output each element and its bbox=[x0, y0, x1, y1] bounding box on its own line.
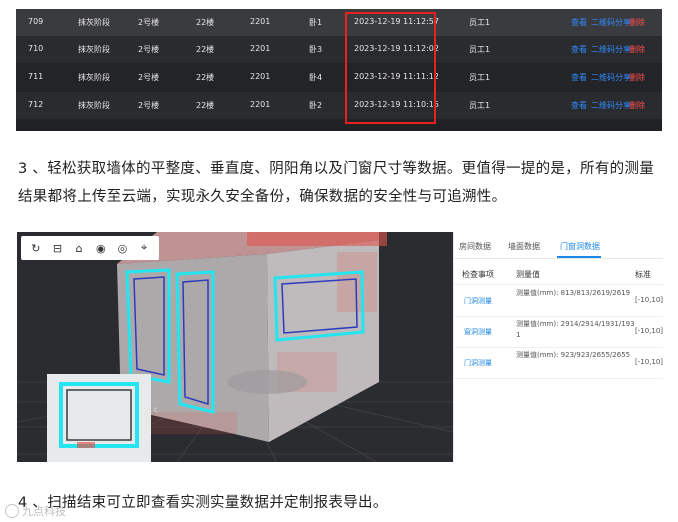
record-building: 2号楼 bbox=[138, 18, 160, 27]
record-stage: 抹灰阶段 bbox=[78, 73, 110, 82]
record-room-type: 卧2 bbox=[309, 101, 323, 110]
record-floor: 22楼 bbox=[196, 73, 215, 82]
table-row[interactable]: 窗洞测量 测量值(mm): 2914/2914/1931/1931 [-10,1… bbox=[454, 316, 663, 348]
qr-share-link[interactable]: 二维码分享 bbox=[591, 72, 631, 83]
records-table: 709 抹灰阶段 2号楼 22楼 2201 卧1 2023-12-19 11:1… bbox=[16, 9, 662, 131]
tab-door-window-data[interactable]: 门窗洞数据 bbox=[560, 241, 600, 252]
record-building: 2号楼 bbox=[138, 101, 160, 110]
eye-icon[interactable]: ◉ bbox=[95, 242, 107, 255]
row-item[interactable]: 门洞测量 bbox=[464, 358, 492, 368]
qr-share-link[interactable]: 二维码分享 bbox=[591, 17, 631, 28]
view-link[interactable]: 查看 bbox=[571, 44, 587, 55]
delete-link[interactable]: 删除 bbox=[629, 44, 645, 55]
record-floor: 22楼 bbox=[196, 18, 215, 27]
record-floor: 22楼 bbox=[196, 101, 215, 110]
record-user: 员工1 bbox=[469, 101, 491, 110]
view-link[interactable]: 查看 bbox=[571, 100, 587, 111]
table-row: 710 抹灰阶段 2号楼 22楼 2201 卧3 2023-12-19 11:1… bbox=[16, 36, 662, 63]
row-value: 测量值(mm): 923/923/2655/2655 bbox=[516, 351, 631, 359]
record-stage: 抹灰阶段 bbox=[78, 45, 110, 54]
row-value: 测量值(mm): 2914/2914/1931/1931 bbox=[516, 320, 635, 339]
record-floor: 22楼 bbox=[196, 45, 215, 54]
record-id: 709 bbox=[28, 17, 44, 26]
record-user: 员工1 bbox=[469, 18, 491, 27]
delete-link[interactable]: 删除 bbox=[629, 17, 645, 28]
tab-wall-data[interactable]: 墙面数据 bbox=[508, 241, 540, 252]
row-standard: [-10,10] bbox=[635, 358, 664, 366]
record-id: 711 bbox=[28, 72, 44, 81]
record-room: 2201 bbox=[250, 44, 271, 53]
minimap-door-marker bbox=[77, 442, 95, 448]
floor-shadow bbox=[227, 370, 307, 394]
record-room: 2201 bbox=[250, 72, 271, 81]
table-row: 709 抹灰阶段 2号楼 22楼 2201 卧1 2023-12-19 11:1… bbox=[16, 9, 662, 36]
watermark: 九点科技 bbox=[5, 503, 66, 519]
point-cloud-viewer[interactable]: ↻ ⊟ ⌂ ◉ ◎ ⌖ ‹ bbox=[17, 232, 453, 462]
record-room-type: 卧4 bbox=[309, 73, 323, 82]
panel-tabs: 房间数据 墙面数据 门窗洞数据 bbox=[454, 232, 663, 259]
record-id: 712 bbox=[28, 100, 44, 109]
chevron-left-icon[interactable]: ‹ bbox=[153, 402, 159, 418]
row-item[interactable]: 窗洞测量 bbox=[464, 327, 492, 337]
paragraph-3: 3 、轻松获取墙体的平整度、垂直度、阴阳角以及门窗尺寸等数据。更值得一提的是，所… bbox=[18, 161, 655, 205]
record-room-type: 卧3 bbox=[309, 45, 323, 54]
header-standard: 标准 bbox=[635, 270, 651, 279]
crosshair-icon[interactable]: ⌖ bbox=[138, 241, 150, 254]
minimap[interactable] bbox=[47, 374, 151, 462]
row-standard: [-10,10] bbox=[635, 296, 664, 304]
row-item[interactable]: 门洞测量 bbox=[464, 296, 492, 306]
time-column-highlight-box bbox=[345, 12, 436, 124]
qr-share-link[interactable]: 二维码分享 bbox=[591, 44, 631, 55]
record-stage: 抹灰阶段 bbox=[78, 18, 110, 27]
panel-table-header: 检查事项 测量值 标准 bbox=[454, 262, 663, 285]
refresh-icon[interactable]: ↻ bbox=[30, 242, 42, 255]
watermark-logo-icon bbox=[5, 504, 19, 518]
header-value: 测量值 bbox=[516, 270, 540, 279]
view-link[interactable]: 查看 bbox=[571, 72, 587, 83]
qr-share-link[interactable]: 二维码分享 bbox=[591, 100, 631, 111]
view-link[interactable]: 查看 bbox=[571, 17, 587, 28]
record-id: 710 bbox=[28, 44, 44, 53]
record-stage: 抹灰阶段 bbox=[78, 101, 110, 110]
table-row[interactable]: 门洞测量 测量值(mm): 923/923/2655/2655 [-10,10] bbox=[454, 347, 663, 379]
tab-room-data[interactable]: 房间数据 bbox=[459, 241, 491, 252]
minus-box-icon[interactable]: ⊟ bbox=[51, 242, 63, 255]
home-icon[interactable]: ⌂ bbox=[73, 242, 85, 255]
active-tab-indicator bbox=[557, 256, 601, 258]
record-room: 2201 bbox=[250, 100, 271, 109]
viewer-toolbar: ↻ ⊟ ⌂ ◉ ◎ ⌖ bbox=[21, 236, 159, 260]
record-user: 员工1 bbox=[469, 45, 491, 54]
record-room-type: 卧1 bbox=[309, 18, 323, 27]
table-row: 712 抹灰阶段 2号楼 22楼 2201 卧2 2023-12-19 11:1… bbox=[16, 92, 662, 119]
measurement-panel: 房间数据 墙面数据 门窗洞数据 检查事项 测量值 标准 门洞测量 测量值(mm)… bbox=[453, 232, 663, 462]
table-row: 711 抹灰阶段 2号楼 22楼 2201 卧4 2023-12-19 11:1… bbox=[16, 64, 662, 91]
record-building: 2号楼 bbox=[138, 45, 160, 54]
minimap-floorplan bbox=[59, 382, 139, 448]
record-building: 2号楼 bbox=[138, 73, 160, 82]
row-standard: [-10,10] bbox=[635, 327, 664, 335]
target-icon[interactable]: ◎ bbox=[116, 242, 128, 255]
delete-link[interactable]: 删除 bbox=[629, 72, 645, 83]
record-user: 员工1 bbox=[469, 73, 491, 82]
minimap-room-outline bbox=[59, 382, 139, 448]
header-item: 检查事项 bbox=[462, 270, 494, 279]
minimap-inner-outline bbox=[66, 389, 132, 441]
record-room: 2201 bbox=[250, 17, 271, 26]
paragraph-4: 4 、扫描结束可立即查看实测实量数据并定制报表导出。 bbox=[18, 495, 388, 511]
table-row[interactable]: 门洞测量 测量值(mm): 813/813/2619/2619 [-10,10] bbox=[454, 285, 663, 317]
watermark-text: 九点科技 bbox=[22, 505, 66, 518]
row-value: 测量值(mm): 813/813/2619/2619 bbox=[516, 289, 631, 297]
delete-link[interactable]: 删除 bbox=[629, 100, 645, 111]
